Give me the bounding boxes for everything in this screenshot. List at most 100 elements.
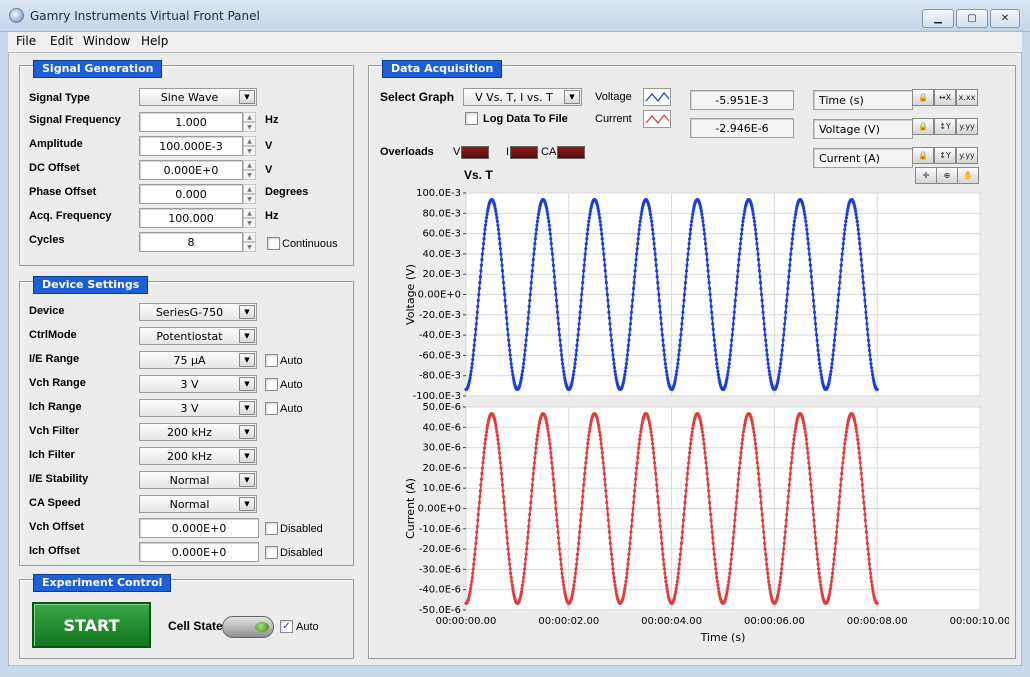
vch-filter-select[interactable]: 200 kHz ▼ [139, 423, 257, 441]
lock-icon[interactable]: 🔒 [912, 147, 934, 164]
vch-range-select[interactable]: 3 V ▼ [139, 375, 257, 393]
data-point [757, 269, 762, 273]
graph-area[interactable]: 100.0E-3 80.0E-3 60.0E-3 40.0E-3 20.0E-3 0.00… [369, 183, 1009, 663]
data-point [862, 506, 866, 511]
signal-frequency-input[interactable]: 1.000 [139, 112, 243, 132]
data-point [505, 316, 509, 320]
data-point [612, 579, 617, 584]
lock-icon[interactable]: 🔒 [912, 89, 934, 106]
data-point [678, 557, 682, 561]
data-point [857, 232, 861, 236]
crosshair-icon[interactable]: ✛ [915, 167, 937, 184]
cycles-stepper[interactable]: ▲ ▼ [243, 232, 256, 252]
data-point [681, 304, 685, 308]
menu-help[interactable]: Help [141, 34, 168, 48]
ca-speed-select[interactable]: Normal ▼ [139, 495, 257, 513]
ich-range-auto-checkbox[interactable] [265, 402, 278, 415]
ich-offset-disabled-checkbox[interactable] [265, 546, 278, 559]
y-format-button[interactable]: y.yy [956, 118, 978, 135]
signal-frequency-stepper[interactable]: ▲ ▼ [243, 112, 256, 132]
data-point [501, 281, 506, 285]
zoom-icon[interactable]: ⊕ [936, 167, 958, 184]
data-point [843, 442, 847, 446]
cell-state-toggle[interactable] [222, 616, 274, 638]
minimize-button[interactable]: ▁ [922, 9, 954, 28]
data-point [855, 216, 859, 220]
menu-file[interactable]: File [16, 34, 36, 48]
data-point [614, 590, 618, 594]
data-point [519, 378, 523, 382]
acq-frequency-stepper[interactable]: ▲ ▼ [243, 208, 256, 228]
data-point [561, 576, 565, 580]
voltage-legend-icon[interactable] [643, 88, 671, 106]
phase-offset-stepper[interactable]: ▲ ▼ [243, 184, 256, 204]
vch-range-auto-checkbox[interactable] [265, 378, 278, 391]
data-point [654, 477, 658, 481]
data-point [737, 252, 741, 256]
data-point [709, 298, 713, 303]
data-point [779, 576, 783, 580]
data-point [622, 592, 626, 596]
data-point [476, 298, 480, 303]
data-point [814, 327, 818, 331]
data-point [639, 212, 643, 216]
data-point [807, 461, 811, 465]
y-autoscale-icon[interactable]: ↕Y [934, 147, 956, 164]
acq-frequency-input[interactable]: 100.000 [139, 208, 243, 228]
signal-type-value: Sine Wave [160, 90, 219, 104]
ich-range-select[interactable]: 3 V ▼ [139, 399, 257, 417]
data-point [854, 423, 858, 427]
dc-offset-input[interactable]: 0.000E+0 [139, 160, 243, 180]
signal-type-select[interactable]: Sine Wave ▼ [139, 88, 257, 106]
ctrlmode-select[interactable]: Potentiostat ▼ [139, 327, 257, 345]
ich-offset-input[interactable]: 0.000E+0 [139, 542, 259, 562]
lock-icon[interactable]: 🔒 [912, 118, 934, 135]
data-point [651, 227, 655, 232]
vch-offset-disabled-checkbox[interactable] [265, 522, 278, 535]
cycles-input[interactable]: 8 [139, 232, 243, 252]
data-point [676, 576, 680, 580]
i-e-range-auto-checkbox[interactable] [265, 354, 278, 367]
data-point [829, 369, 833, 373]
i-e-stability-select[interactable]: Normal ▼ [139, 471, 257, 489]
data-point [680, 536, 684, 540]
data-point [637, 442, 641, 446]
data-point [475, 310, 479, 314]
data-point [864, 530, 868, 534]
pan-hand-icon[interactable]: ✋ [957, 167, 979, 184]
data-point [503, 298, 507, 303]
x-format-button[interactable]: x.xx [956, 89, 978, 106]
data-point [653, 466, 657, 470]
title-bar[interactable]: Gamry Instruments Virtual Front Panel ▁ … [0, 0, 1030, 32]
maximize-button[interactable]: ▢ [956, 9, 988, 28]
log-data-checkbox[interactable] [465, 112, 478, 125]
x-autoscale-icon[interactable]: ↔X [934, 89, 956, 106]
data-point [549, 237, 553, 241]
start-button[interactable]: START [32, 602, 151, 648]
menu-window[interactable]: Window [83, 34, 130, 48]
ich-filter-select[interactable]: 200 kHz ▼ [139, 447, 257, 465]
menu-edit[interactable]: Edit [50, 34, 73, 48]
current-readout: -2.946E-6 [690, 118, 794, 138]
vch-offset-input[interactable]: 0.000E+0 [139, 518, 259, 538]
y-tick-label: -100.0E-3 [412, 391, 461, 402]
i-e-range-select[interactable]: 75 µA ▼ [139, 351, 257, 369]
data-point [779, 357, 783, 362]
device-select[interactable]: SeriesG-750 ▼ [139, 303, 257, 321]
data-point [752, 216, 756, 220]
dc-offset-stepper[interactable]: ▲ ▼ [243, 160, 256, 180]
y-autoscale-icon[interactable]: ↕Y [934, 118, 956, 135]
x-tick-label: 00:00:04.00 [641, 616, 702, 627]
amplitude-input[interactable]: 100.000E-3 [139, 136, 243, 156]
cell-state-auto-checkbox[interactable]: ✓ [280, 620, 293, 633]
select-graph-select[interactable]: V Vs. T, I vs. T ▼ [463, 88, 582, 106]
phase-offset-input[interactable]: 0.000 [139, 184, 243, 204]
current-legend-icon[interactable] [643, 110, 671, 128]
amplitude-stepper[interactable]: ▲ ▼ [243, 136, 256, 156]
chevron-down-icon: ▼ [239, 401, 255, 415]
data-point [688, 446, 692, 450]
close-button[interactable]: ✕ [990, 9, 1020, 28]
y-format-button[interactable]: y.yy [956, 147, 978, 164]
continuous-checkbox[interactable] [267, 237, 280, 250]
data-point [776, 590, 781, 594]
